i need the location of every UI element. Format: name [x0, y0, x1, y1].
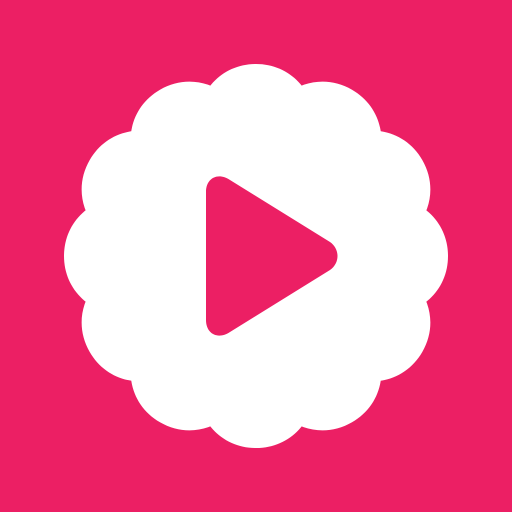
app-icon-graphic: [0, 0, 512, 512]
app-icon: [0, 0, 512, 512]
